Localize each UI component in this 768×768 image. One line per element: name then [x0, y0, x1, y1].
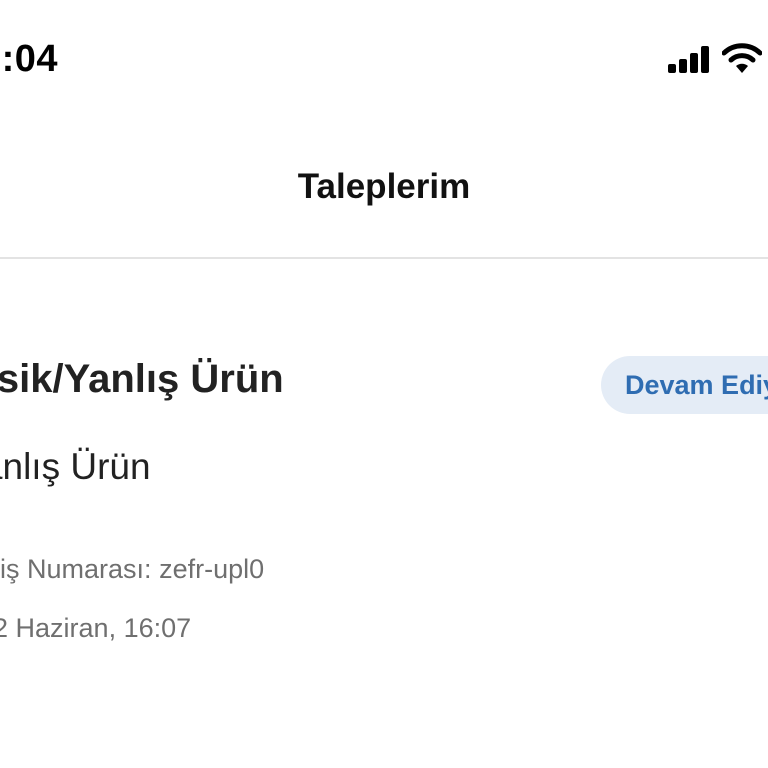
requests-screen: 3:04 Taleplerim Eksik/Yanlış Ürün Devam … — [0, 0, 768, 768]
cellular-signal-icon — [668, 46, 712, 73]
wifi-icon — [722, 43, 762, 73]
page-title: Taleplerim — [297, 167, 471, 206]
status-badge[interactable]: Devam Ediyor — [601, 356, 768, 414]
order-number: Sipariş Numarası: zefr-upl0 — [0, 554, 265, 584]
request-subtitle: Yanlış Ürün — [0, 446, 151, 487]
header-divider — [0, 257, 768, 259]
request-date: 12 Haziran, 16:07 — [0, 613, 192, 643]
status-bar-time: 3:04 — [0, 38, 59, 80]
request-title: Eksik/Yanlış Ürün — [0, 357, 284, 401]
